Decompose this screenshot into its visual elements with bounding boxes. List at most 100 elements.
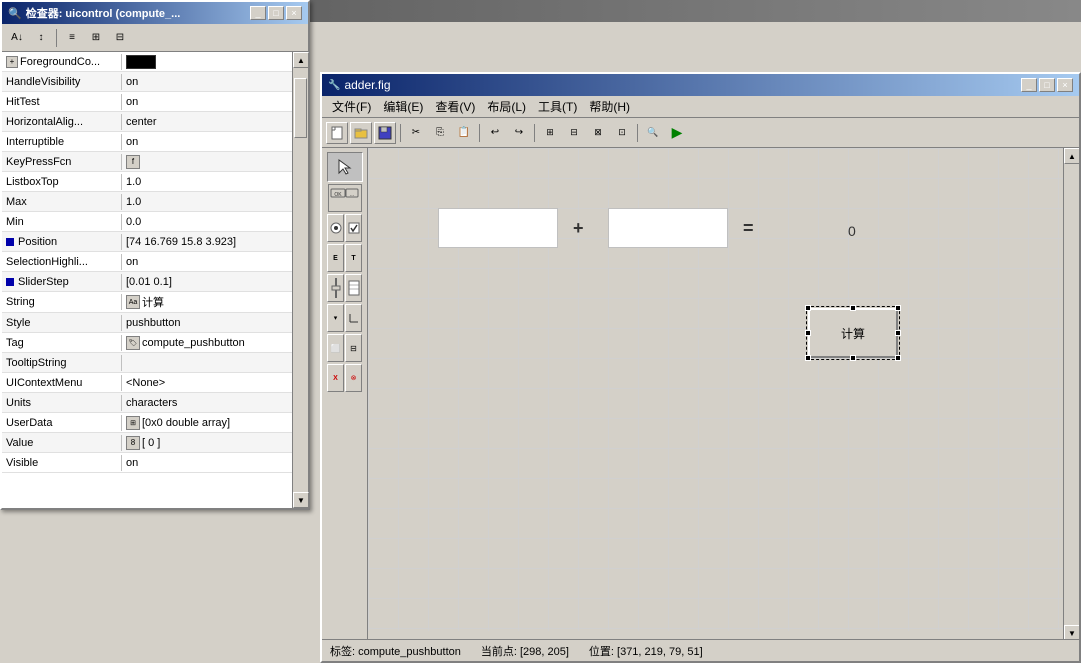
radio-tool[interactable] (327, 214, 344, 242)
filter-button[interactable]: ⊞ (85, 27, 107, 49)
prop-value-listboxtop[interactable]: 1.0 ✏ (122, 174, 308, 190)
prop-value-max[interactable]: 1.0 ✏ (122, 194, 308, 210)
grid-button[interactable]: ⊡ (611, 122, 633, 144)
prop-value-hittest[interactable]: on ▼ (122, 94, 308, 110)
prop-val-userdata: [0x0 double array] (142, 417, 230, 429)
prop-value-style[interactable]: pushbutton ▼ (122, 315, 308, 331)
scroll-up-arrow[interactable]: ▲ (293, 52, 309, 68)
canvas-scroll-up[interactable]: ▲ (1064, 148, 1079, 164)
scroll-thumb[interactable] (294, 78, 307, 138)
prop-value-value[interactable]: 8 [ 0 ] ✏ (122, 434, 308, 452)
inspector-title-area: 🔍 检查器: uicontrol (compute_... (8, 5, 180, 21)
value-icon[interactable]: 8 (126, 436, 140, 450)
paste-button[interactable]: 📋 (453, 122, 475, 144)
menu-layout[interactable]: 布局(L) (481, 96, 532, 117)
handle-tr[interactable] (895, 305, 901, 311)
prop-val-sliderstep: [0.01 0.1] (126, 276, 172, 288)
select-tool-button[interactable] (327, 152, 363, 182)
matlab-minimize-btn[interactable]: _ (1021, 78, 1037, 92)
prop-value-sliderstep[interactable]: [0.01 0.1] ✏ (122, 274, 308, 290)
cut-button[interactable]: ✂ (405, 122, 427, 144)
prop-value-userdata[interactable]: ⊞ [0x0 double array] ✏ (122, 414, 308, 432)
prop-name-keypressfcn: KeyPressFcn (2, 154, 122, 170)
prop-value-handlevisibility[interactable]: on ▼ (122, 74, 308, 90)
sort-alpha-button[interactable]: A↓ (6, 27, 28, 49)
menu-help[interactable]: 帮助(H) (583, 96, 636, 117)
handle-ml[interactable] (805, 330, 811, 336)
edit-widget-1[interactable] (438, 208, 558, 248)
maximize-button[interactable]: □ (268, 6, 284, 20)
prop-name-horizontalalign: HorizontalAlig... (2, 114, 122, 130)
prop-value-tag[interactable]: 🏷 compute_pushbutton ✏ (122, 334, 308, 352)
prop-value-position[interactable]: [74 16.769 15.8 3.923] ✏ (122, 234, 308, 250)
expand-foregroundcolor[interactable]: + (6, 56, 18, 68)
undo-button[interactable]: ↩ (484, 122, 506, 144)
matlab-close-btn[interactable]: × (1057, 78, 1073, 92)
open-button[interactable] (350, 122, 372, 144)
matlab-titlebar: 🔧 adder.fig _ □ × (322, 74, 1079, 96)
pushbutton-tool[interactable]: OK ... (328, 184, 362, 212)
group-button[interactable]: ≡ (61, 27, 83, 49)
activex-tool2[interactable]: ⊗ (345, 364, 362, 392)
save-button[interactable] (374, 122, 396, 144)
scroll-down-arrow[interactable]: ▼ (293, 492, 309, 508)
redo-button[interactable]: ↪ (508, 122, 530, 144)
prop-value-uicontextmenu[interactable]: <None> ▼ (122, 375, 308, 391)
slider-tool[interactable] (327, 274, 344, 302)
prop-value-string[interactable]: Aa 计算 ✏ (122, 292, 308, 312)
handle-bm[interactable] (850, 355, 856, 361)
popup-tool[interactable]: ▾ (327, 304, 344, 332)
edit-tool[interactable]: E (327, 244, 344, 272)
scroll-track[interactable] (293, 68, 308, 492)
copy-button[interactable]: ⎘ (429, 122, 451, 144)
handle-tl[interactable] (805, 305, 811, 311)
distribute-button[interactable]: ⊟ (563, 122, 585, 144)
prop-value-keypressfcn[interactable]: f (122, 153, 308, 171)
align-button[interactable]: ⊞ (539, 122, 561, 144)
listbox-tool[interactable] (345, 274, 362, 302)
minimize-button[interactable]: _ (250, 6, 266, 20)
filter-button2[interactable]: ⊟ (109, 27, 131, 49)
text-tool[interactable]: T (345, 244, 362, 272)
handle-mr[interactable] (895, 330, 901, 336)
panel-tool[interactable]: ⬜ (327, 334, 344, 362)
sort-button2[interactable]: ↕ (30, 27, 52, 49)
prop-value-min[interactable]: 0.0 ✏ (122, 214, 308, 230)
handle-bl[interactable] (805, 355, 811, 361)
inspector-scrollbar[interactable]: ▲ ▼ (292, 52, 308, 508)
activex-tool[interactable]: X (327, 364, 344, 392)
handle-br[interactable] (895, 355, 901, 361)
buttongroup-tool[interactable]: ⊟ (345, 334, 362, 362)
checkbox-tool[interactable] (345, 214, 362, 242)
menu-file[interactable]: 文件(F) (326, 96, 377, 117)
save-icon (378, 126, 392, 140)
resize-button[interactable]: ⊠ (587, 122, 609, 144)
axes-tool[interactable] (345, 304, 362, 332)
pushbutton-widget[interactable]: 计算 (808, 308, 898, 358)
prop-inspector-btn[interactable]: 🔍 (642, 122, 664, 144)
handle-tm[interactable] (850, 305, 856, 311)
userdata-icon[interactable]: ⊞ (126, 416, 140, 430)
canvas-vscroll[interactable]: ▲ ▼ (1063, 148, 1079, 641)
close-button[interactable]: × (286, 6, 302, 20)
prop-value-horizontalalign[interactable]: center ▼ (122, 114, 308, 130)
new-button[interactable] (326, 122, 348, 144)
menu-edit[interactable]: 编辑(E) (377, 96, 429, 117)
edit-widget-2[interactable] (608, 208, 728, 248)
keypressfcn-icon[interactable]: f (126, 155, 140, 169)
prop-value-visible[interactable]: on ▼ (122, 455, 308, 471)
foreground-color-swatch[interactable] (126, 55, 156, 69)
matlab-maximize-btn[interactable]: □ (1039, 78, 1055, 92)
tag-icon[interactable]: 🏷 (126, 336, 140, 350)
prop-value-units[interactable]: characters ▼ (122, 395, 308, 411)
prop-value-selectionhighlight[interactable]: on ▼ (122, 254, 308, 270)
prop-value-tooltipstring[interactable]: ✏ (122, 361, 308, 365)
prop-value-interruptible[interactable]: on ▼ (122, 134, 308, 150)
prop-val-uicontextmenu: <None> (126, 377, 165, 389)
menu-tools[interactable]: 工具(T) (532, 96, 583, 117)
canvas-vscroll-track[interactable] (1064, 164, 1079, 625)
prop-value-foregroundcolor[interactable] (122, 53, 308, 71)
string-icon[interactable]: Aa (126, 295, 140, 309)
menu-view[interactable]: 查看(V) (429, 96, 481, 117)
run-button[interactable]: ▶ (666, 122, 688, 144)
